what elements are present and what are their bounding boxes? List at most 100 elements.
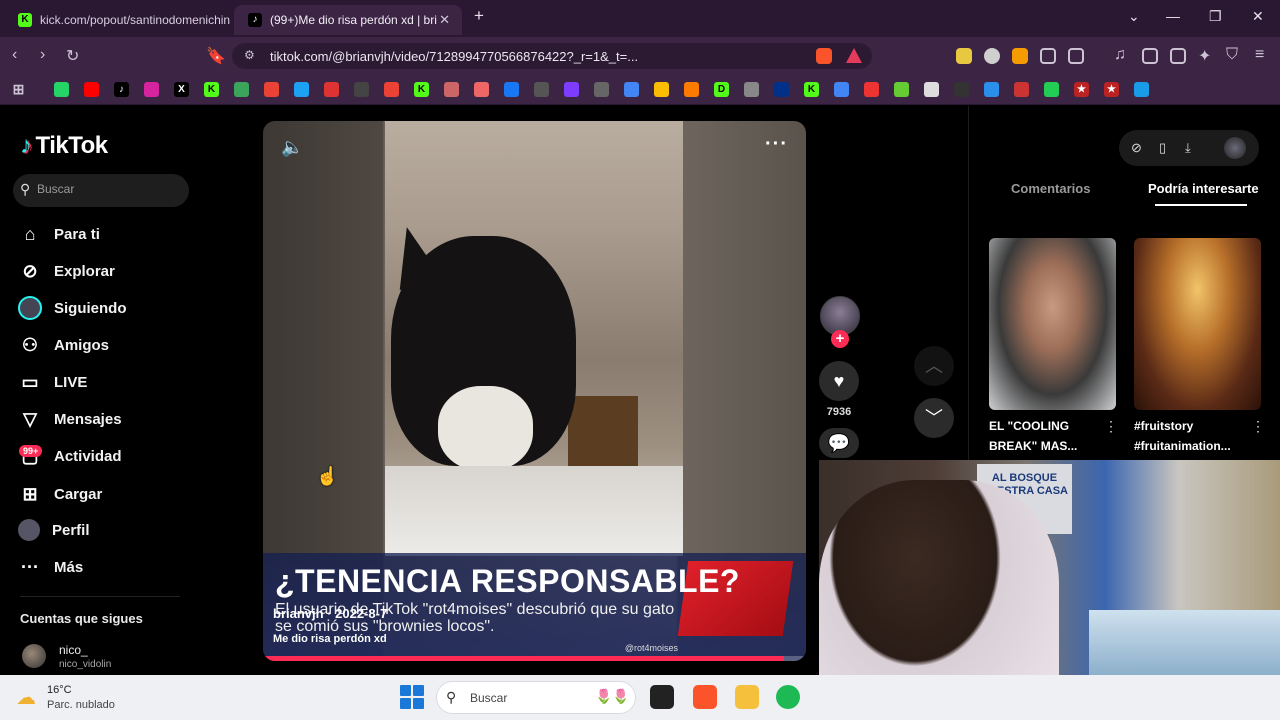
tab-search-chevron-icon[interactable]: ⌄ [1128,8,1140,25]
sidebar-item-explorar[interactable]: ⊘ Explorar [18,259,114,283]
tab-kick[interactable]: K kick.com/popout/santinodomenichin [4,5,232,35]
maximize-icon[interactable]: ❐ [1209,8,1222,25]
bookmark-icon-16[interactable] [1044,82,1059,97]
tab-comentarios[interactable]: Comentarios [1011,181,1090,196]
address-bar[interactable]: ⚙ tiktok.com/@brianvjh/video/71289947705… [232,43,872,69]
tab-tiktok-video[interactable]: ♪ (99+)Me dio risa perdón xd | bri ✕ [234,5,462,35]
apps-grid-icon[interactable]: ⊞ [11,82,26,97]
bookmark-icon-10[interactable] [744,82,759,97]
search-box[interactable]: ⚲ [13,174,189,207]
search-input[interactable] [37,182,177,196]
screenshot-icon[interactable] [1068,48,1084,64]
user-avatar[interactable] [1224,137,1246,159]
extension-icon[interactable] [956,48,972,64]
file-explorer-icon[interactable] [735,685,759,709]
star-bookmark-icon-2[interactable]: ★ [1104,82,1119,97]
kick-bookmark-icon-3[interactable]: K [804,82,819,97]
forward-icon[interactable]: › [40,46,45,64]
download-icon[interactable] [894,82,909,97]
more-options-icon[interactable]: ⋮ [1104,418,1118,435]
bookmark-icon-12[interactable] [924,82,939,97]
sidebar-icon[interactable] [1142,48,1158,64]
following-account-name[interactable]: nico_ [59,643,88,657]
bookmark-icon-2[interactable] [294,82,309,97]
brave-browser-icon[interactable] [693,685,717,709]
drive-icon[interactable] [654,82,669,97]
bookmark-icon-8[interactable] [594,82,609,97]
paypal-icon[interactable] [774,82,789,97]
bookmark-icon-7[interactable] [534,82,549,97]
wallet-icon[interactable] [1170,48,1186,64]
bookmark-d-icon[interactable]: D [714,82,729,97]
suggested-video-thumbnail[interactable] [989,238,1116,410]
sidebar-item-mensajes[interactable]: ▽ Mensajes [18,407,121,431]
whatsapp-icon[interactable] [54,82,69,97]
sidebar-item-amigos[interactable]: ⚇ Amigos [18,333,109,357]
bookmark-icon-13[interactable] [954,82,969,97]
video-author[interactable]: brianvjh · 2022-8-7 [273,606,387,621]
compass-tool-icon[interactable]: ⊘ [1131,140,1142,156]
back-icon[interactable]: ‹ [12,46,17,64]
instagram-icon[interactable] [144,82,159,97]
play-extension-icon[interactable] [984,48,1000,64]
video-progress-bar[interactable] [263,656,806,661]
suggested-video-thumbnail[interactable] [1134,238,1261,410]
bookmark-icon-3[interactable] [324,82,339,97]
gmail-icon-2[interactable] [384,82,399,97]
more-options-icon[interactable]: ⋮ [1251,418,1265,435]
sidebar-item-perfil[interactable]: Perfil [18,518,90,542]
bookmark-icon-1[interactable] [234,82,249,97]
bookmark-icon[interactable]: 🔖 [206,46,226,66]
bookmark-icon-11[interactable] [864,82,879,97]
avatar[interactable] [22,644,46,668]
tiktok-logo[interactable]: ♪ TikTok [20,132,108,160]
site-info-icon[interactable]: ⚙ [244,48,255,62]
x-icon[interactable]: X [174,82,189,97]
github-icon[interactable] [354,82,369,97]
volume-icon[interactable]: 🔈 [281,137,303,158]
sidebar-item-mas[interactable]: ··· Más [18,555,83,579]
bookmark-icon-6[interactable] [504,82,519,97]
previous-video-button[interactable]: ︿ [914,346,954,386]
docs-icon-2[interactable] [834,82,849,97]
suggested-video-title[interactable]: EL "COOLING BREAK" MAS... [989,416,1104,456]
menu-icon[interactable]: ≡ [1255,46,1264,64]
play-orange-icon[interactable] [1012,48,1028,64]
more-options-icon[interactable]: ··· [765,133,788,156]
brave-rewards-icon[interactable] [846,48,862,63]
bookmark-icon-15[interactable] [1014,82,1029,97]
vpn-shield-icon[interactable]: ⛉ [1226,46,1238,64]
task-view-icon[interactable] [650,685,674,709]
docs-icon[interactable] [624,82,639,97]
spotify-icon[interactable] [776,685,800,709]
youtube-icon[interactable] [84,82,99,97]
weather-icon[interactable]: ☁ [16,685,36,710]
bookmark-icon-9[interactable] [684,82,699,97]
gmail-icon[interactable] [264,82,279,97]
tiktok-bookmark-icon[interactable]: ♪ [114,82,129,97]
bookmark-icon-14[interactable] [984,82,999,97]
kick-bookmark-icon[interactable]: K [204,82,219,97]
new-tab-icon[interactable]: + [474,6,484,26]
follow-plus-icon[interactable]: + [831,330,849,348]
like-button[interactable]: ♥ [819,361,859,401]
music-icon[interactable]: ♫ [1114,46,1126,64]
sidebar-item-siguiendo[interactable]: Siguiendo [18,296,127,320]
suggested-video-title[interactable]: #fruitstory #fruitanimation... [1134,416,1249,456]
kick-bookmark-icon-2[interactable]: K [414,82,429,97]
brave-shields-icon[interactable] [816,48,832,64]
start-button[interactable] [400,685,424,709]
twitch-icon[interactable] [564,82,579,97]
sidebar-item-cargar[interactable]: ⊞ Cargar [18,482,102,506]
sidebar-item-live[interactable]: ▭ LIVE [18,370,87,394]
close-window-icon[interactable]: ✕ [1252,8,1264,25]
video-player[interactable]: 🔈 ··· ¿TENENCIA RESPONSABLE? El usuario … [263,121,806,661]
bookmark-icon-4[interactable] [444,82,459,97]
leo-ai-icon[interactable]: ✦ [1198,46,1211,66]
next-video-button[interactable]: ﹀ [914,398,954,438]
phone-icon[interactable]: ▯ [1159,140,1166,156]
minimize-icon[interactable]: — [1166,8,1180,24]
extensions-puzzle-icon[interactable] [1040,48,1056,64]
reload-icon[interactable]: ↻ [66,46,79,66]
tab-podria-interesarte[interactable]: Podría interesarte [1148,181,1259,196]
